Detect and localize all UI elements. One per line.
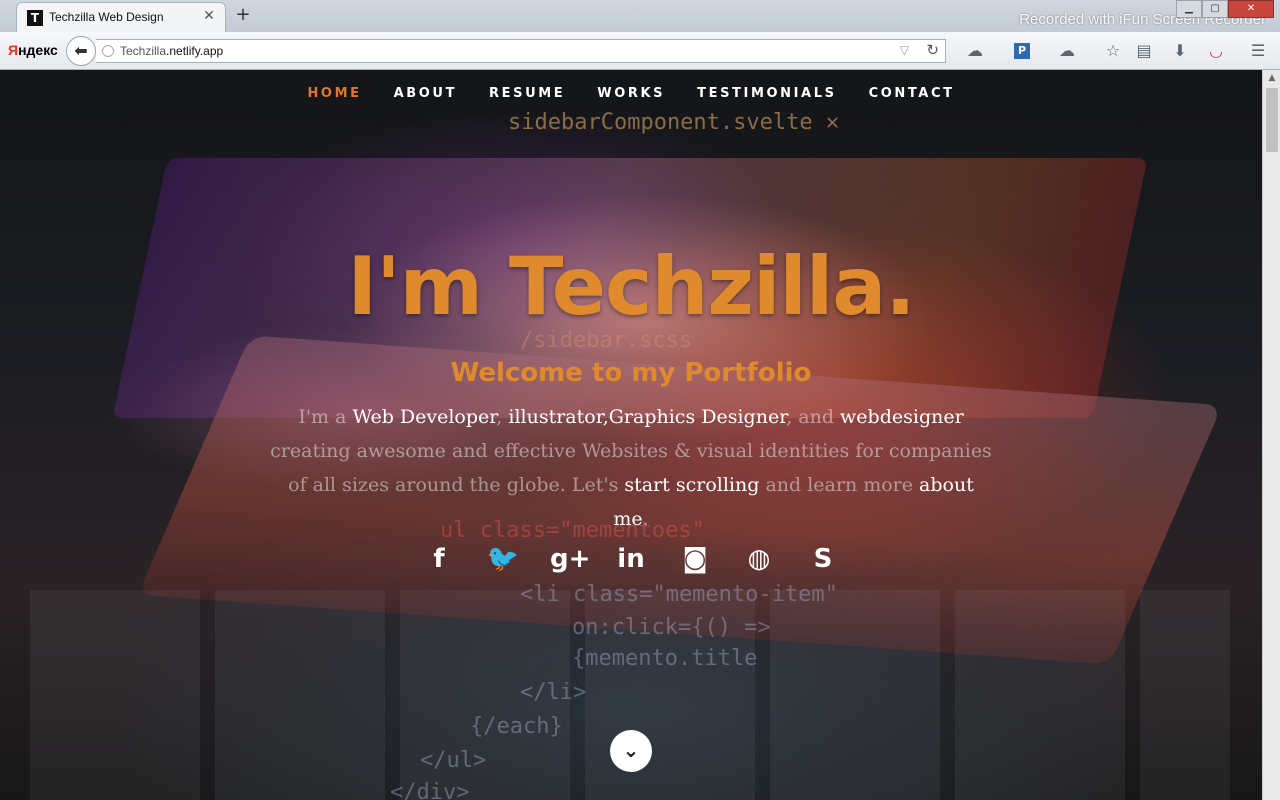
scrollbar-thumb[interactable] bbox=[1266, 88, 1278, 152]
desc-highlight: illustrator,Graphics Designer bbox=[508, 406, 787, 428]
nav-works[interactable]: WORKS bbox=[597, 86, 665, 101]
dribbble-icon[interactable]: ◍ bbox=[742, 542, 776, 576]
menu-icon[interactable]: ☰ bbox=[1247, 41, 1269, 61]
desc-highlight: Web Developer bbox=[352, 406, 497, 428]
history-dropdown-icon[interactable]: ▽ bbox=[900, 43, 909, 57]
navigation-toolbar: Яндекс Techzilla.netlify.app ▽ ↻ ⬅ ☁ P ☁… bbox=[0, 32, 1280, 70]
maximize-window-button[interactable]: ▢ bbox=[1202, 0, 1228, 18]
cloud-icon[interactable]: ☁ bbox=[964, 41, 986, 61]
bookmark-star-icon[interactable]: ☆ bbox=[1102, 41, 1124, 61]
background-code-line: </li> bbox=[520, 680, 587, 705]
linkedin-icon[interactable]: in bbox=[614, 542, 648, 576]
background-code-line: {memento.title bbox=[572, 646, 758, 671]
google-plus-icon[interactable]: g+ bbox=[550, 542, 590, 576]
reading-list-icon[interactable]: ▤ bbox=[1133, 41, 1155, 61]
twitter-icon[interactable]: 🐦 bbox=[486, 542, 520, 576]
hero-description: I'm a Web Developer, illustrator,Graphic… bbox=[270, 400, 992, 536]
browser-tab[interactable]: T Techzilla Web Design ✕ bbox=[16, 2, 226, 32]
desc-text: , bbox=[496, 406, 509, 428]
reload-icon[interactable]: ↻ bbox=[926, 41, 939, 59]
hero-subtitle: Welcome to my Portfolio bbox=[450, 358, 812, 388]
page-scrollbar[interactable]: ▲ bbox=[1262, 70, 1280, 800]
desc-text: I'm a bbox=[298, 406, 353, 428]
background-code-line: {/each} bbox=[470, 714, 563, 739]
scroll-up-arrow-icon[interactable]: ▲ bbox=[1263, 70, 1280, 87]
address-bar[interactable]: Techzilla.netlify.app ▽ ↻ bbox=[96, 39, 946, 63]
yandex-logo[interactable]: Яндекс bbox=[8, 42, 58, 58]
url-domain: .netlify.app bbox=[166, 44, 224, 58]
desc-text: and learn more bbox=[759, 474, 920, 496]
back-button[interactable]: ⬅ bbox=[66, 36, 96, 66]
nav-testimonials[interactable]: TESTIMONIALS bbox=[697, 86, 836, 101]
desc-text: . bbox=[642, 508, 649, 530]
yandex-logo-first-letter: Я bbox=[8, 42, 19, 58]
facebook-icon[interactable]: f bbox=[422, 542, 456, 576]
url-text[interactable]: Techzilla.netlify.app bbox=[120, 44, 223, 58]
nav-about[interactable]: ABOUT bbox=[394, 86, 457, 101]
pocket-badge-icon[interactable]: P bbox=[1014, 43, 1030, 59]
tab-title: Techzilla Web Design bbox=[49, 10, 164, 24]
browser-chrome: T Techzilla Web Design ✕ + Recorded with… bbox=[0, 0, 1280, 70]
url-host: Techzilla bbox=[120, 44, 167, 58]
background-code-line: </ul> bbox=[420, 748, 487, 773]
tab-close-icon[interactable]: ✕ bbox=[201, 8, 217, 24]
window-controls: ▁ ▢ ✕ bbox=[1176, 0, 1274, 18]
hero-title: I'm Techzilla. bbox=[347, 240, 915, 333]
new-tab-button[interactable]: + bbox=[232, 4, 254, 26]
site-identity-icon[interactable] bbox=[102, 45, 114, 57]
download-icon[interactable]: ⬇ bbox=[1169, 41, 1191, 61]
site-nav: HOME ABOUT RESUME WORKS TESTIMONIALS CON… bbox=[0, 86, 1262, 101]
close-window-button[interactable]: ✕ bbox=[1228, 0, 1274, 18]
background-code-line: sidebarComponent.svelte ✕ bbox=[508, 110, 840, 135]
background-code-line: on:click={() => bbox=[572, 615, 771, 640]
minimize-window-button[interactable]: ▁ bbox=[1176, 0, 1202, 18]
scroll-down-button[interactable]: ⌄ bbox=[610, 730, 652, 772]
desc-highlight: webdesigner bbox=[840, 406, 964, 428]
page-viewport: sidebarComponent.svelte ✕ /sidebar.scss … bbox=[0, 70, 1262, 800]
background-code-line: <li class="memento-item" bbox=[520, 582, 838, 607]
desc-text: , and bbox=[786, 406, 841, 428]
pocket-icon[interactable]: ◡ bbox=[1205, 41, 1227, 61]
tab-strip: T Techzilla Web Design ✕ + Recorded with… bbox=[0, 0, 1280, 32]
nav-contact[interactable]: CONTACT bbox=[869, 86, 955, 101]
start-scrolling-link[interactable]: start scrolling bbox=[624, 474, 759, 496]
background-code-line: </div> bbox=[390, 780, 470, 800]
skype-icon[interactable]: S bbox=[806, 542, 840, 576]
social-links: f 🐦 g+ in ◙ ◍ S bbox=[0, 542, 1262, 576]
cloud-icon[interactable]: ☁ bbox=[1056, 41, 1078, 61]
techzilla-favicon-icon: T bbox=[27, 10, 43, 26]
instagram-icon[interactable]: ◙ bbox=[678, 542, 712, 576]
nav-resume[interactable]: RESUME bbox=[489, 86, 565, 101]
yandex-logo-rest: ндекс bbox=[18, 42, 58, 58]
nav-home[interactable]: HOME bbox=[307, 86, 361, 101]
